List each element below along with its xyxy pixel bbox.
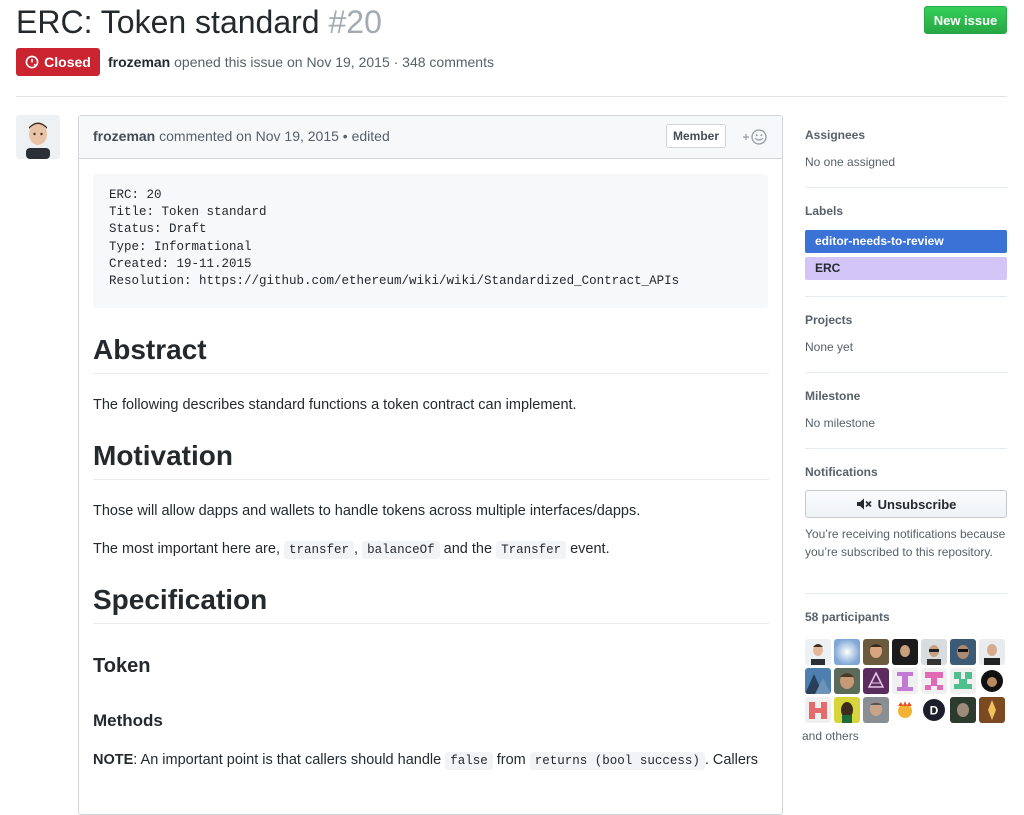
- participant-avatar[interactable]: [979, 639, 1005, 665]
- inline-code: transfer: [284, 541, 355, 559]
- projects-value: None yet: [805, 340, 854, 354]
- notification-reason: You’re receiving notifications because y…: [805, 527, 1006, 559]
- smiley-add-icon: [740, 128, 770, 146]
- participant-avatar[interactable]: [805, 668, 831, 694]
- comment-box: frozeman commented on Nov 19, 2015 • edi…: [78, 115, 783, 815]
- participant-avatar[interactable]: [834, 697, 860, 723]
- milestone-heading[interactable]: Milestone: [805, 389, 860, 403]
- svg-text:D: D: [930, 704, 939, 718]
- code-line: Created: 19-11.2015: [109, 256, 252, 271]
- comment-meta: frozeman commented on Nov 19, 2015 • edi…: [93, 128, 390, 144]
- participant-avatar[interactable]: [805, 697, 831, 723]
- participant-avatar[interactable]: [979, 697, 1005, 723]
- issue-meta: frozeman opened this issue on Nov 19, 20…: [108, 52, 494, 72]
- participant-avatar[interactable]: [892, 697, 918, 723]
- heading-token: Token: [93, 655, 151, 677]
- unsubscribe-label: Unsubscribe: [877, 496, 957, 512]
- text-fragment: ,: [354, 541, 359, 557]
- participant-avatar[interactable]: [921, 639, 947, 665]
- label-editor-needs-to-review[interactable]: editor-needs-to-review: [805, 230, 1007, 253]
- text-fragment: . Callers: [704, 752, 759, 768]
- participant-avatar[interactable]: [863, 668, 889, 694]
- assignees-value: No one assigned: [805, 155, 896, 169]
- projects-heading[interactable]: Projects: [805, 313, 852, 327]
- text-fragment: The most important here are,: [93, 541, 280, 557]
- sidebar-divider: [805, 296, 1007, 297]
- motivation-text: Those will allow dapps and wallets to ha…: [93, 503, 641, 519]
- participant-avatar[interactable]: [892, 639, 918, 665]
- inline-code: returns (bool success): [529, 752, 705, 770]
- note-text: NOTE: An important point is that callers…: [93, 749, 773, 772]
- comment-author-link[interactable]: frozeman: [93, 128, 155, 144]
- participant-avatar[interactable]: D: [921, 697, 947, 723]
- code-block: ERC: 20 Title: Token standard Status: Dr…: [93, 174, 768, 308]
- comment-header: frozeman commented on Nov 19, 2015 • edi…: [79, 116, 782, 159]
- sidebar-divider: [805, 448, 1007, 449]
- heading-motivation: Motivation: [93, 438, 769, 480]
- heading-specification: Specification: [93, 582, 769, 624]
- unsubscribe-button[interactable]: Unsubscribe: [805, 490, 1007, 518]
- add-reaction-button[interactable]: [740, 127, 770, 147]
- mute-icon: [856, 498, 872, 510]
- abstract-text: The following describes standard functio…: [93, 397, 577, 413]
- participant-avatar[interactable]: [921, 668, 947, 694]
- inline-code: false: [445, 752, 493, 770]
- participant-avatar[interactable]: [863, 697, 889, 723]
- heading-abstract: Abstract: [93, 332, 769, 374]
- code-line: Title: Token standard: [109, 205, 267, 220]
- code-line: Resolution: https://github.com/ethereum/…: [109, 274, 680, 289]
- milestone-value: No milestone: [805, 416, 876, 430]
- participant-avatar[interactable]: [892, 668, 918, 694]
- issue-number: #20: [328, 4, 382, 40]
- heading-methods: Methods: [93, 711, 163, 730]
- text-fragment: from: [496, 752, 526, 768]
- text-fragment: : An important point is that callers sho…: [133, 752, 442, 768]
- participant-avatar[interactable]: [863, 639, 889, 665]
- code-line: ERC: 20: [109, 188, 162, 202]
- inline-code: balanceOf: [362, 541, 440, 559]
- participant-avatar[interactable]: [834, 639, 860, 665]
- and-others-link[interactable]: and others: [802, 729, 859, 743]
- issue-title-text: ERC: Token standard: [16, 4, 320, 40]
- status-badge: Closed: [16, 48, 100, 76]
- participant-avatar[interactable]: [950, 697, 976, 723]
- important-text: The most important here are, transfer, b…: [93, 538, 773, 561]
- text-fragment: event.: [570, 541, 610, 557]
- participant-avatar[interactable]: [950, 639, 976, 665]
- code-line: Type: Informational: [109, 239, 252, 254]
- participant-avatar[interactable]: [834, 668, 860, 694]
- sidebar-divider: [805, 372, 1007, 373]
- note-label: NOTE: [93, 752, 134, 768]
- participant-avatar[interactable]: [950, 668, 976, 694]
- text-fragment: and the: [443, 541, 493, 557]
- header-divider: [16, 96, 1007, 97]
- member-label: Member: [666, 124, 727, 148]
- status-badge-label: Closed: [44, 54, 91, 70]
- author-avatar[interactable]: [16, 115, 60, 159]
- code-line: Status: Draft: [109, 222, 207, 237]
- comment-meta-text: commented on Nov 19, 2015 • edited: [159, 128, 390, 144]
- notifications-heading: Notifications: [805, 465, 878, 479]
- label-erc[interactable]: ERC: [805, 257, 1007, 280]
- participant-avatar[interactable]: [979, 668, 1005, 694]
- issue-author-link[interactable]: frozeman: [108, 54, 170, 70]
- inline-code: Transfer: [496, 541, 567, 559]
- labels-heading[interactable]: Labels: [805, 204, 843, 218]
- sidebar-divider: [805, 187, 1007, 188]
- sidebar-divider: [805, 593, 1007, 594]
- issue-meta-text: opened this issue on Nov 19, 2015 · 348 …: [174, 54, 494, 70]
- participant-avatar[interactable]: [805, 639, 831, 665]
- participants-heading: 58 participants: [805, 610, 890, 624]
- issue-closed-icon: [25, 55, 39, 69]
- issue-title: ERC: Token standard #20: [16, 2, 382, 42]
- assignees-heading[interactable]: Assignees: [805, 128, 865, 142]
- new-issue-button[interactable]: New issue: [924, 6, 1007, 34]
